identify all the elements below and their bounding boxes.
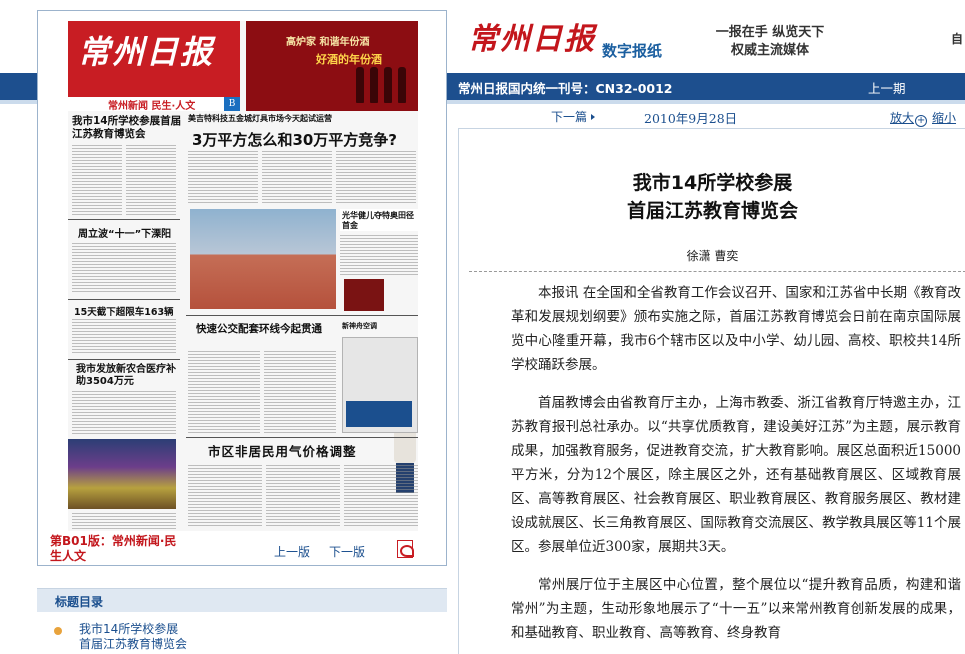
column-text bbox=[126, 145, 176, 215]
next-article-label: 下一篇 bbox=[551, 110, 588, 124]
toc-header: 标题目录 bbox=[37, 588, 447, 612]
article-kicker: 美吉特科技五金城灯具市场今天起试运营 bbox=[188, 114, 332, 123]
bottle-icon bbox=[356, 67, 364, 103]
promo-banner bbox=[346, 401, 412, 427]
slogan-line-1: 一报在手 纵览天下 bbox=[715, 25, 825, 40]
site-logo[interactable]: 常州日报 bbox=[468, 14, 596, 58]
toc-link-line-2: 首届江苏教育博览会 bbox=[79, 637, 188, 651]
column-text bbox=[340, 235, 418, 277]
digital-paper-label: 数字报纸 bbox=[602, 42, 663, 60]
zoom-out-button[interactable]: 缩小 bbox=[932, 109, 956, 126]
newspaper-page-panel: 常州日报 常州新闻 民生·人文 B 高炉家 和谐年份酒 好酒的年份酒 我市14所… bbox=[37, 10, 447, 566]
column-text bbox=[344, 465, 418, 527]
column-text bbox=[264, 351, 336, 435]
article-hotspot[interactable]: 我市14所学校参展首届江苏教育博览会 bbox=[72, 115, 182, 141]
arrow-right-icon bbox=[591, 114, 596, 120]
article-paragraph: 本报讯 在全国和全省教育工作会议召开、国家和江苏省中长期《教育改革和发展规划纲要… bbox=[511, 285, 961, 373]
toc-title: 标题目录 bbox=[55, 595, 104, 609]
newspaper-page-image[interactable]: 常州日报 常州新闻 民生·人文 B 高炉家 和谐年份酒 好酒的年份酒 我市14所… bbox=[68, 21, 418, 531]
article-hotspot[interactable]: 周立波“十一”下溧阳 bbox=[78, 225, 178, 240]
article-paragraph: 首届教博会由省教育厅主办，上海市教委、浙江省教育厅特邀主办，江苏教育报刊总社承办… bbox=[511, 395, 961, 555]
slogan-line-2: 权威主流媒体 bbox=[730, 43, 809, 58]
article-title-line-1: 我市14所学校参展 bbox=[632, 172, 793, 194]
newspaper-masthead: 常州日报 bbox=[68, 21, 240, 97]
column-text bbox=[188, 465, 262, 527]
article-panel: 我市14所学校参展 首届江苏教育博览会 徐潇 曹奕 本报讯 在全国和全省教育工作… bbox=[458, 128, 965, 654]
article-hotspot[interactable]: 我市发放新农合医疗补助3504万元 bbox=[76, 364, 178, 388]
zoom-in-label: 放大 bbox=[890, 111, 915, 125]
concert-photo[interactable] bbox=[68, 439, 176, 509]
issn-label: 常州日报国内统一刊号：CN32-0012 bbox=[458, 81, 673, 96]
masthead: 常州日报 数字报纸 一报在手 纵览天下 权威主流媒体 自 bbox=[450, 0, 965, 73]
column-text bbox=[262, 151, 332, 203]
column-text bbox=[72, 319, 176, 355]
section-tag-text: 常州新闻 民生·人文 bbox=[108, 101, 196, 112]
toc-link[interactable]: 我市14所学校参展 首届江苏教育博览会 bbox=[79, 622, 187, 652]
column-text bbox=[72, 243, 176, 293]
slogan: 一报在手 纵览天下 权威主流媒体 bbox=[670, 24, 870, 60]
athlete-photo[interactable] bbox=[190, 209, 416, 493]
right-promo-title[interactable]: 光华健儿夺特奥田径首金 bbox=[342, 211, 418, 231]
divider bbox=[186, 437, 418, 438]
divider bbox=[68, 299, 180, 300]
article-title: 我市14所学校参展 首届江苏教育博览会 bbox=[459, 169, 965, 225]
newspaper-logo: 常州日报 bbox=[78, 33, 215, 71]
article-hotspot[interactable]: 3万平方怎么和30万平方竞争? bbox=[192, 129, 418, 150]
column-text bbox=[188, 151, 258, 203]
column-text bbox=[266, 465, 340, 527]
article-hotspot[interactable]: 市区非居民用气价格调整 bbox=[208, 441, 418, 460]
pdf-icon[interactable] bbox=[397, 540, 414, 558]
newspaper-section-tag: 常州新闻 民生·人文 B bbox=[68, 97, 240, 112]
article-title-line-2: 首届江苏教育博览会 bbox=[626, 200, 798, 222]
corner-mark: 自 bbox=[950, 32, 963, 46]
bottle-icon bbox=[370, 67, 378, 103]
page-label: 第B01版：常州新闻·民生人文 bbox=[50, 534, 177, 563]
prev-page-link[interactable]: 上一版 bbox=[274, 543, 310, 560]
divider bbox=[186, 315, 418, 316]
divider bbox=[68, 219, 180, 220]
page: 常州日报 数字报纸 一报在手 纵览天下 权威主流媒体 自 常州日报国内统一刊号：… bbox=[0, 0, 965, 654]
promo-headline[interactable]: 新神舟空调 bbox=[342, 321, 418, 331]
article-nav: 下一篇 2010年9月28日 放大 + 缩小 bbox=[458, 104, 965, 128]
divider bbox=[68, 359, 180, 360]
article-hotspot[interactable]: 15天截下超限车163辆 bbox=[74, 304, 180, 318]
promo-image bbox=[344, 279, 384, 311]
article-paragraph: 常州展厅位于主展区中心位置，整个展位以“提升教育品质，构建和谐常州”为主题，生动… bbox=[511, 577, 961, 641]
column-text bbox=[188, 351, 260, 435]
column-text bbox=[336, 151, 416, 203]
liquor-ad[interactable]: 高炉家 和谐年份酒 好酒的年份酒 bbox=[246, 21, 418, 111]
divider bbox=[469, 271, 965, 272]
section-badge: B bbox=[224, 97, 240, 111]
column-text bbox=[72, 145, 122, 215]
next-page-link[interactable]: 下一版 bbox=[329, 543, 365, 560]
plus-icon: + bbox=[915, 115, 928, 127]
next-article-link[interactable]: 下一篇 bbox=[551, 108, 596, 125]
ad-line-2: 好酒的年份酒 bbox=[316, 53, 382, 66]
zoom-out-label: 缩小 bbox=[932, 111, 957, 125]
column-text bbox=[72, 513, 176, 529]
prev-issue-link[interactable]: 上一期 bbox=[868, 78, 906, 97]
issue-date: 2010年9月28日 bbox=[644, 111, 738, 126]
ad-line-1: 高炉家 和谐年份酒 bbox=[286, 37, 370, 48]
article-author: 徐潇 曹奕 bbox=[686, 249, 739, 263]
column-text bbox=[72, 391, 176, 435]
article-body: 本报讯 在全国和全省教育工作会议召开、国家和江苏省中长期《教育改革和发展规划纲要… bbox=[511, 281, 961, 654]
bottle-icon bbox=[384, 67, 392, 103]
bottle-icon bbox=[398, 67, 406, 103]
toc-link-line-1: 我市14所学校参展 bbox=[79, 622, 179, 636]
zoom-in-button[interactable]: 放大 + bbox=[890, 109, 928, 127]
bullet-icon bbox=[54, 627, 62, 635]
